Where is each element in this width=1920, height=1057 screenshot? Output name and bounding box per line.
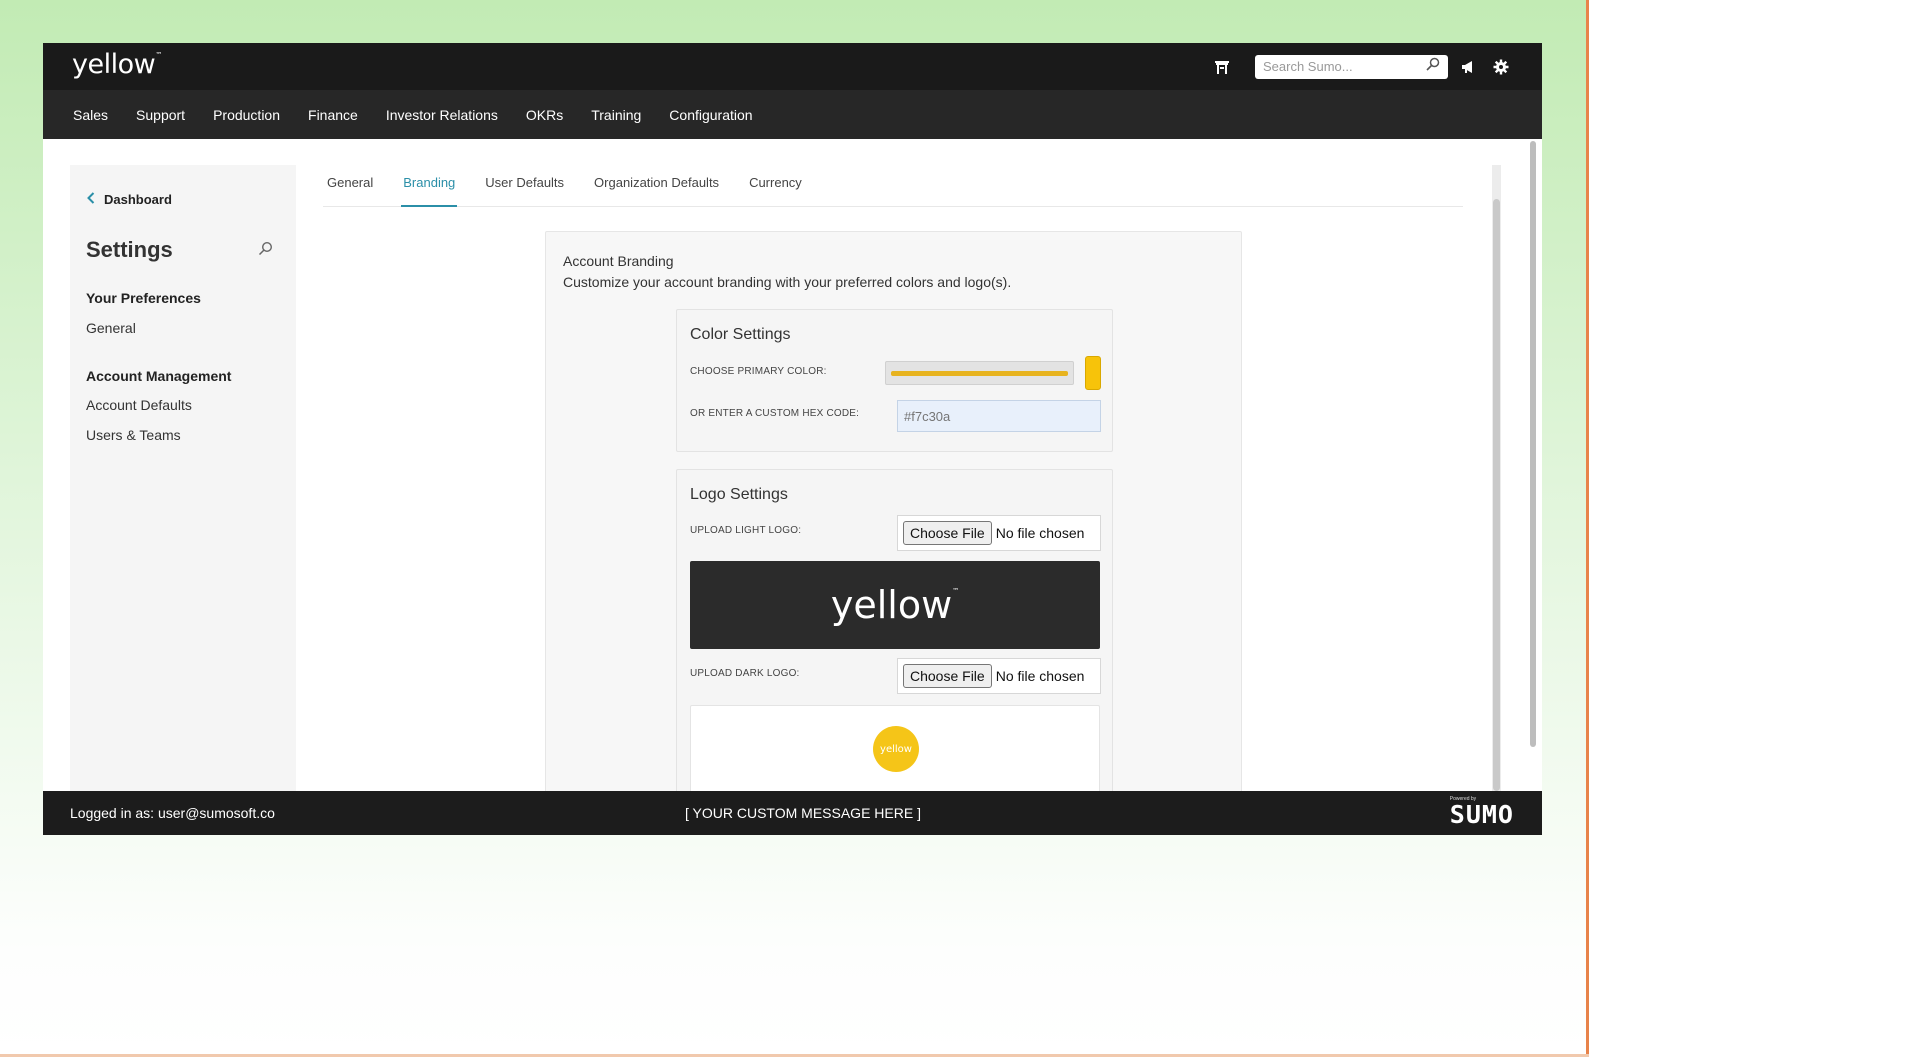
light-logo-file-input[interactable]: Choose File No file chosen: [897, 515, 1101, 551]
section-heading-account-management: Account Management: [86, 368, 232, 384]
search-box[interactable]: [1255, 54, 1448, 79]
sidebar-item-users-teams[interactable]: Users & Teams: [86, 427, 181, 443]
color-settings-panel: Color Settings CHOOSE PRIMARY COLOR: OR …: [676, 309, 1113, 452]
tab-general[interactable]: General: [325, 175, 375, 207]
right-blank-panel: [1586, 0, 1920, 1057]
content-scrollbar[interactable]: [1492, 165, 1501, 791]
branding-title: Account Branding: [563, 253, 674, 269]
nav-item-production[interactable]: Production: [213, 107, 280, 123]
nav-item-support[interactable]: Support: [136, 107, 185, 123]
branding-description: Customize your account branding with you…: [563, 274, 1012, 290]
light-logo-file-status: No file chosen: [995, 525, 1085, 541]
sumo-logo: Powered by SUMO: [1450, 796, 1514, 828]
brand-logo-text: yellow: [72, 49, 156, 80]
tab-branding[interactable]: Branding: [401, 175, 458, 207]
logged-in-user: Logged in as: user@sumosoft.co: [70, 805, 275, 821]
main-content: Dashboard Settings Your Preferences Gene…: [43, 139, 1542, 811]
nav-item-configuration[interactable]: Configuration: [669, 107, 752, 123]
brand-logo-mark: ™: [155, 51, 162, 59]
main-nav: Sales Support Production Finance Investo…: [43, 90, 1542, 139]
circle-logo: yellow: [873, 726, 919, 772]
tab-organization-defaults[interactable]: Organization Defaults: [592, 175, 721, 207]
hex-code-input[interactable]: [897, 400, 1101, 432]
dark-logo-choose-file-button[interactable]: Choose File: [903, 664, 992, 688]
custom-message: [ YOUR CUSTOM MESSAGE HERE ]: [685, 805, 921, 821]
footer-bar: Logged in as: user@sumosoft.co [ YOUR CU…: [43, 791, 1542, 835]
gear-icon[interactable]: [1490, 56, 1512, 78]
preview-logo-text: yellow: [830, 583, 953, 627]
search-icon[interactable]: [1426, 57, 1440, 76]
sidebar-item-general[interactable]: General: [86, 320, 136, 336]
nav-item-training[interactable]: Training: [591, 107, 641, 123]
light-logo-label: UPLOAD LIGHT LOGO:: [690, 525, 802, 536]
color-settings-title: Color Settings: [690, 326, 791, 343]
top-bar: yellow™: [43, 43, 1542, 90]
logo-settings-title: Logo Settings: [690, 486, 788, 503]
section-heading-preferences: Your Preferences: [86, 290, 201, 306]
light-logo-preview: yellow ™: [690, 561, 1100, 649]
dark-logo-file-input[interactable]: Choose File No file chosen: [897, 658, 1101, 694]
nav-item-investor-relations[interactable]: Investor Relations: [386, 107, 498, 123]
settings-tabs: General Branding User Defaults Organizat…: [323, 165, 1463, 207]
nav-item-sales[interactable]: Sales: [73, 107, 108, 123]
chevron-left-icon: [87, 191, 95, 207]
account-branding-card: Account Branding Customize your account …: [545, 231, 1242, 811]
page-title: Settings: [86, 237, 173, 262]
brand-logo[interactable]: yellow™: [72, 49, 162, 80]
light-logo-choose-file-button[interactable]: Choose File: [903, 521, 992, 545]
logo-settings-panel: Logo Settings UPLOAD LIGHT LOGO: Choose …: [676, 469, 1113, 809]
hex-code-label: OR ENTER A CUSTOM HEX CODE:: [690, 408, 860, 419]
search-input[interactable]: [1263, 59, 1426, 74]
preview-logo-mark: ™: [952, 587, 960, 595]
megaphone-icon[interactable]: [1458, 56, 1480, 78]
top-icons: [1211, 43, 1512, 90]
app-window: yellow™ Sales Support Production Finance: [43, 43, 1542, 835]
nav-item-finance[interactable]: Finance: [308, 107, 358, 123]
tab-user-defaults[interactable]: User Defaults: [483, 175, 566, 207]
sidebar-item-account-defaults[interactable]: Account Defaults: [86, 397, 192, 413]
tab-currency[interactable]: Currency: [747, 175, 804, 207]
nav-item-okrs[interactable]: OKRs: [526, 107, 563, 123]
primary-color-track: [891, 371, 1068, 376]
back-link-label: Dashboard: [104, 191, 172, 207]
back-to-dashboard-link[interactable]: Dashboard: [87, 191, 172, 207]
settings-sidebar: Dashboard Settings Your Preferences Gene…: [70, 165, 296, 791]
primary-color-swatch[interactable]: [1085, 356, 1101, 390]
page-scrollbar-thumb[interactable]: [1530, 141, 1536, 747]
primary-color-label: CHOOSE PRIMARY COLOR:: [690, 366, 827, 377]
settings-search-icon[interactable]: [258, 241, 273, 261]
content-scrollbar-thumb[interactable]: [1493, 199, 1500, 791]
dark-logo-preview: yellow: [690, 705, 1100, 805]
primary-color-slider[interactable]: [885, 361, 1074, 385]
page-scrollbar[interactable]: [1529, 139, 1537, 791]
store-icon[interactable]: [1211, 56, 1233, 78]
sumo-logo-text: SUMO: [1449, 800, 1514, 829]
dark-logo-label: UPLOAD DARK LOGO:: [690, 668, 800, 679]
dark-logo-file-status: No file chosen: [995, 668, 1085, 684]
